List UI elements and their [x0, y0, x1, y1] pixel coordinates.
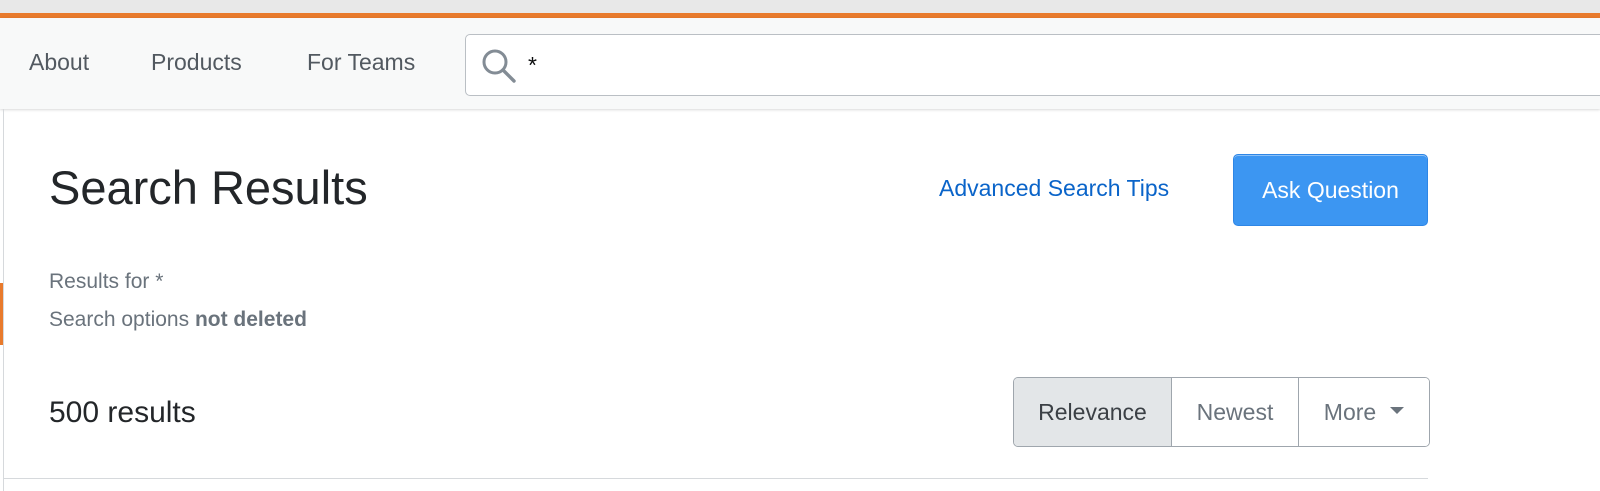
search-query-text: *	[528, 52, 537, 78]
sort-more-dropdown[interactable]: More	[1299, 378, 1429, 446]
sort-more-label: More	[1323, 398, 1377, 425]
results-for-query: *	[155, 270, 164, 293]
results-divider	[4, 478, 1428, 479]
results-for-label: Results for	[49, 270, 150, 293]
ask-question-button[interactable]: Ask Question	[1233, 154, 1428, 226]
browser-top-strip	[0, 0, 1600, 13]
nav-link-products[interactable]: Products	[151, 49, 242, 76]
nav-link-about[interactable]: About	[29, 49, 89, 76]
advanced-search-tips-link[interactable]: Advanced Search Tips	[939, 175, 1169, 202]
sort-relevance-button[interactable]: Relevance	[1014, 378, 1172, 446]
nav-link-for-teams[interactable]: For Teams	[307, 49, 415, 76]
results-for-line: Results for *	[49, 270, 163, 294]
sort-relevance-label: Relevance	[1038, 398, 1147, 425]
page-title: Search Results	[49, 161, 368, 214]
search-options-label: Search options	[49, 308, 190, 331]
caret-down-icon	[1390, 406, 1405, 414]
search-input[interactable]: *	[465, 34, 1600, 96]
sort-newest-label: Newest	[1196, 398, 1274, 425]
sort-newest-button[interactable]: Newest	[1172, 378, 1299, 446]
search-icon	[482, 49, 516, 83]
search-options-value: not deleted	[194, 308, 307, 331]
results-count: 500 results	[49, 396, 196, 429]
search-options-line: Search options not deleted	[49, 308, 307, 332]
left-sidebar-active-marker	[0, 283, 3, 345]
sort-button-group: Relevance Newest More	[1013, 377, 1430, 447]
